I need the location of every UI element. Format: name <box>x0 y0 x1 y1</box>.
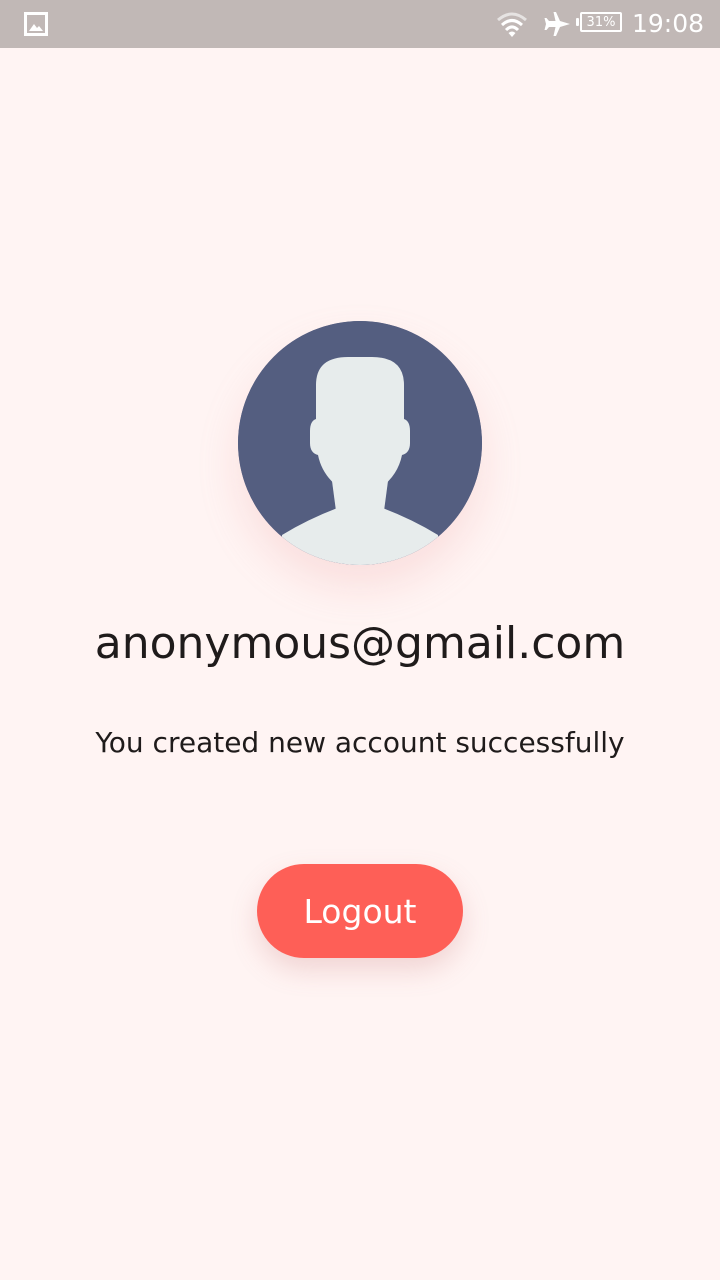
status-time: 19:08 <box>631 9 704 38</box>
airplane-mode-icon <box>543 10 573 38</box>
default-user-avatar-icon <box>238 321 482 565</box>
battery-cap <box>576 18 579 26</box>
logout-button[interactable]: Logout <box>257 864 463 958</box>
success-message: You created new account successfully <box>95 726 625 759</box>
battery-icon: 31% <box>576 12 624 36</box>
status-bar: 31% 19:08 <box>0 0 720 48</box>
image-notification-icon <box>24 12 48 36</box>
user-email: anonymous@gmail.com <box>94 618 626 669</box>
wifi-icon <box>496 11 528 39</box>
battery-level-text: 31% <box>580 12 622 32</box>
